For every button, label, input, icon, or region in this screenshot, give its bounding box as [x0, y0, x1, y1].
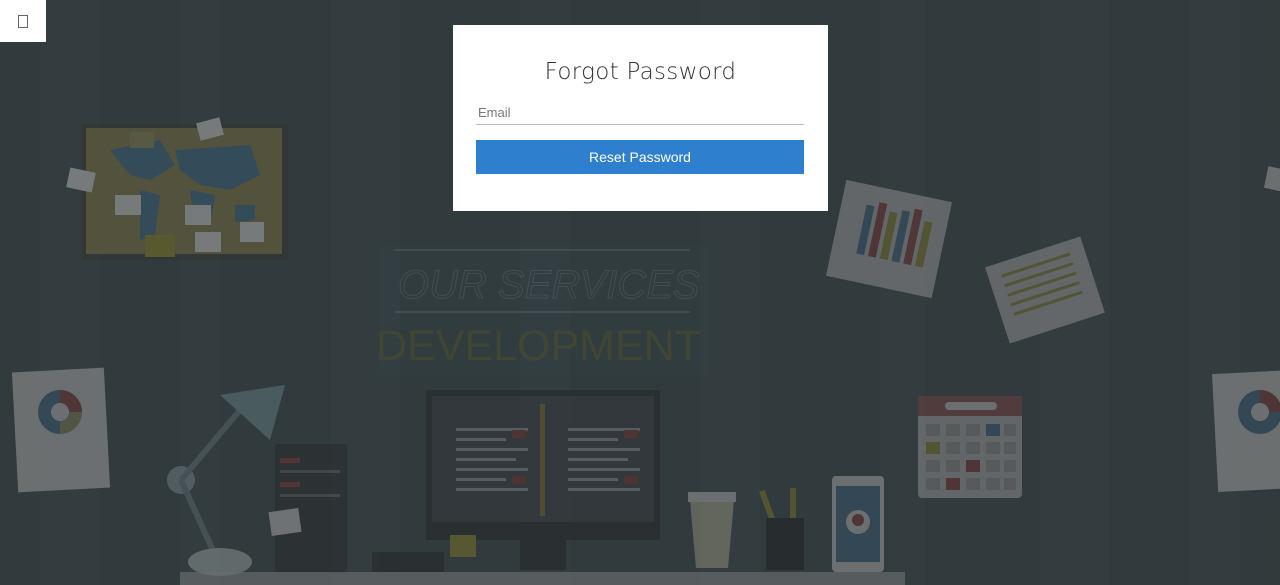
square-outline-icon	[18, 14, 28, 28]
reset-password-button[interactable]: Reset Password	[476, 140, 804, 174]
page: OUR SERVICES DEVELOPMENT Forgot Password…	[0, 0, 1280, 585]
forgot-password-modal: Forgot Password Reset Password	[453, 25, 828, 211]
corner-toggle-button[interactable]	[0, 0, 46, 42]
email-input[interactable]	[476, 101, 804, 125]
modal-title: Forgot Password	[544, 59, 737, 85]
